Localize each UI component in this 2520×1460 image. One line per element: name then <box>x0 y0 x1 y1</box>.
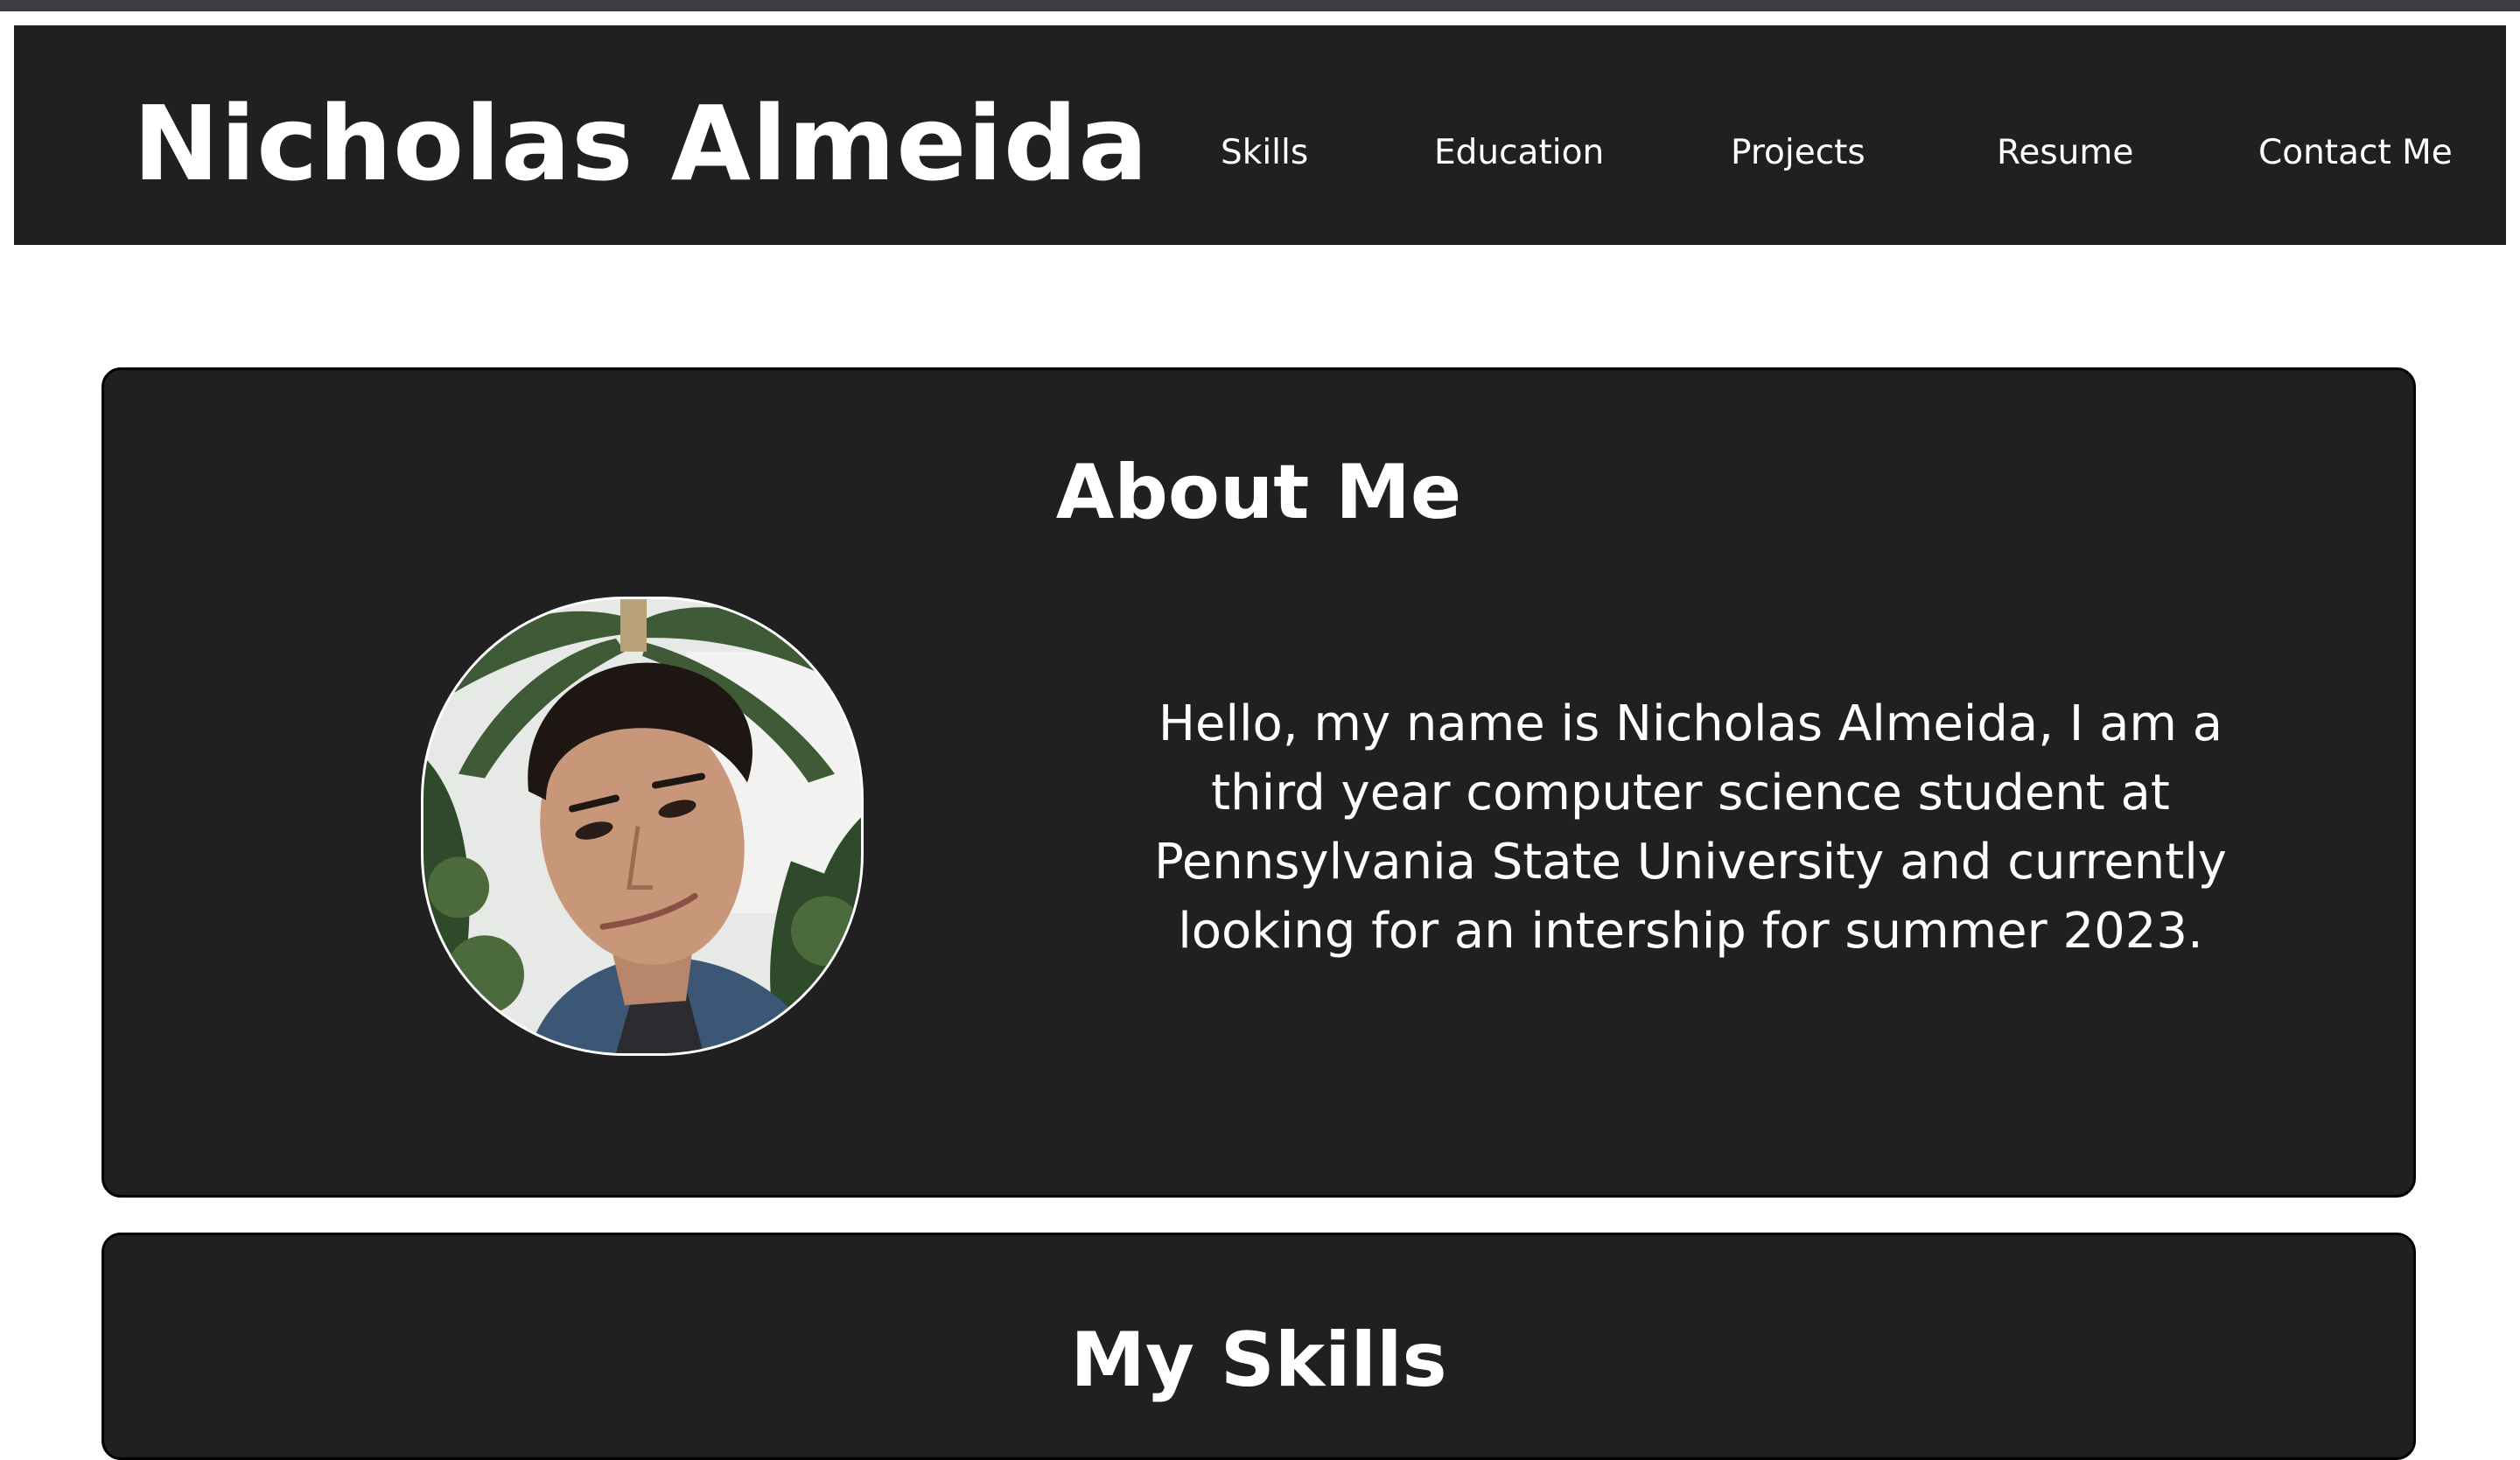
profile-photo <box>421 597 864 1056</box>
profile-photo-illustration <box>424 599 861 1053</box>
skills-section: My Skills <box>102 1233 2416 1460</box>
nav-link-resume[interactable]: Resume <box>1997 136 2133 170</box>
nav-link-education[interactable]: Education <box>1434 136 1604 170</box>
nav-link-skills[interactable]: Skills <box>1221 136 1308 170</box>
about-heading: About Me <box>1055 449 1462 536</box>
browser-top-strip <box>0 0 2520 11</box>
nav-link-contact[interactable]: Contact Me <box>2258 136 2453 170</box>
nav-link-projects[interactable]: Projects <box>1731 136 1866 170</box>
about-section: About Me Hello, my name is Nicholas Alme… <box>102 367 2416 1198</box>
site-header: Nicholas Almeida Skills Education Projec… <box>14 25 2506 245</box>
nav-menu: Skills Education Projects Resume Contact… <box>14 25 2506 245</box>
about-bio: Hello, my name is Nicholas Almeida, I am… <box>1154 695 2227 960</box>
skills-heading: My Skills <box>1070 1317 1447 1404</box>
